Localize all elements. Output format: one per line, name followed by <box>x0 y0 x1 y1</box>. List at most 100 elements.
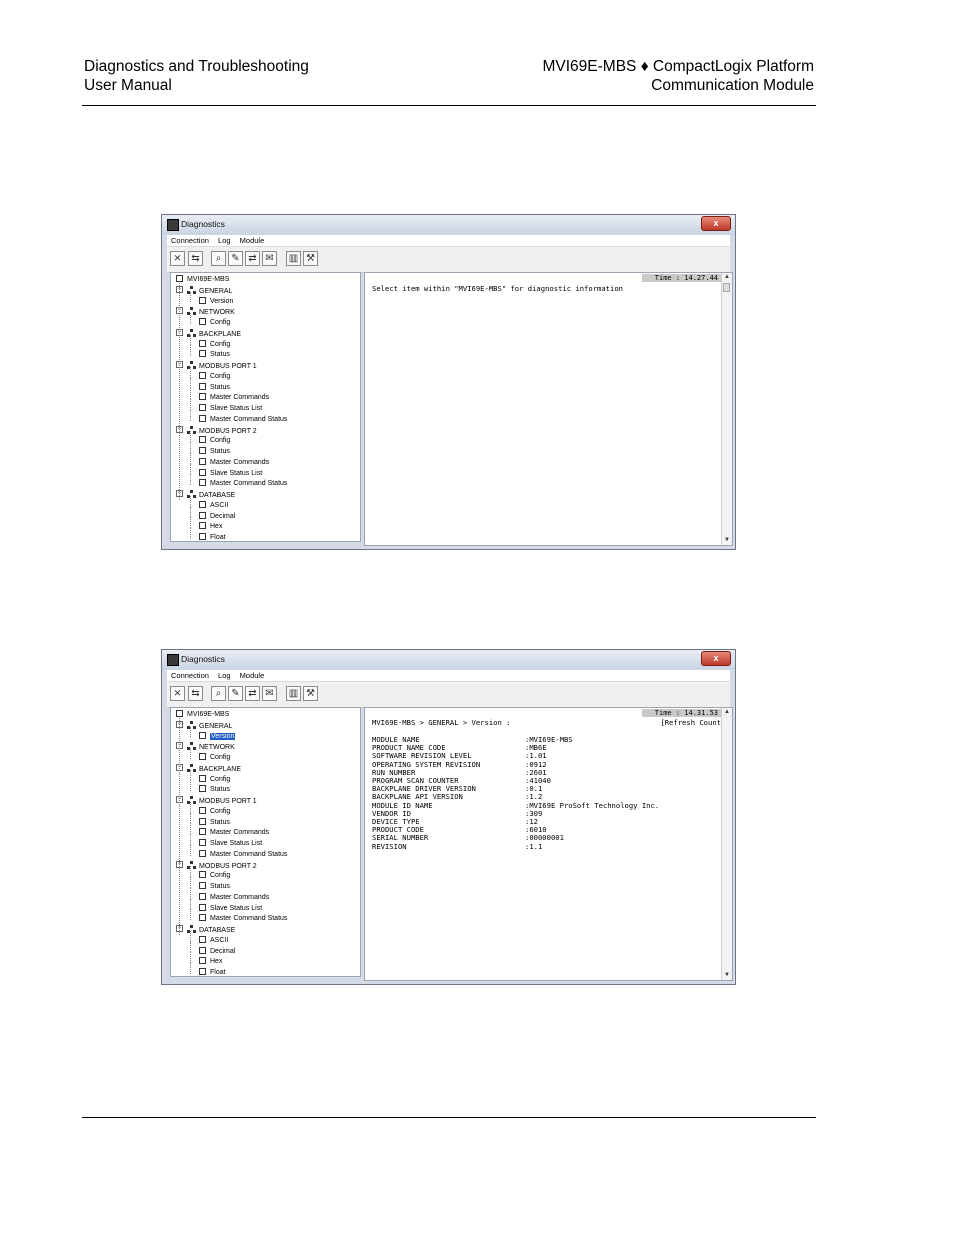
scroll-up-icon[interactable]: ▲ <box>722 273 732 282</box>
tree-item-label: Hex <box>210 523 223 531</box>
scroll-up-icon[interactable]: ▲ <box>722 708 732 717</box>
tree-item-master-command-status[interactable]: Master Command Status <box>199 849 287 859</box>
vertical-scrollbar[interactable]: ▲ ▼ <box>721 708 732 980</box>
mail-icon[interactable]: ✉ <box>262 251 277 266</box>
tree-item-config[interactable]: Config <box>199 753 230 762</box>
tree-item-mvi69e-mbs[interactable]: MVI69E-MBS <box>176 710 229 719</box>
tree-item-general[interactable]: − GENERAL <box>176 285 232 296</box>
page-icon <box>199 849 206 857</box>
chart-icon[interactable]: ▥ <box>286 686 301 701</box>
tree-item-hex[interactable]: Hex <box>199 957 222 966</box>
tree-item-backplane[interactable]: − BACKPLANE <box>176 763 241 774</box>
content-pane: Time : 14.27.44 Select item within "MVI6… <box>364 272 733 546</box>
tree-item-status[interactable]: Status <box>199 350 230 359</box>
tree-item-master-command-status[interactable]: Master Command Status <box>199 479 287 488</box>
tree-connector <box>190 366 191 378</box>
tree-item-config[interactable]: Config <box>199 436 230 445</box>
tree-item-slave-status-list[interactable]: Slave Status List <box>199 404 262 413</box>
tree-item-master-command-status[interactable]: Master Command Status <box>199 414 287 424</box>
scroll-down-icon[interactable]: ▼ <box>722 536 732 545</box>
transfer-icon[interactable]: ⇄ <box>245 686 260 701</box>
disconnect-icon[interactable]: ⨯ <box>170 686 185 701</box>
toolbar: ⨯ ⇆ ⌕ ✎ ⇄ ✉ ▥ ⚒ <box>167 247 730 273</box>
menu-connection[interactable]: Connection <box>171 236 209 245</box>
tree-item-database[interactable]: − DATABASE <box>176 925 235 935</box>
vertical-scrollbar[interactable]: ▲ ▼ <box>721 273 732 545</box>
header-product-type: Communication Module <box>651 77 814 94</box>
scroll-thumb[interactable] <box>723 283 730 292</box>
tree-item-general[interactable]: − GENERAL <box>176 720 232 731</box>
tree-item-version[interactable]: Version <box>199 731 236 741</box>
edit-icon[interactable]: ✎ <box>228 251 243 266</box>
tree-item-status[interactable]: Status <box>199 785 230 794</box>
menu-log[interactable]: Log <box>218 671 231 680</box>
tree-item-hex[interactable]: Hex <box>199 522 222 531</box>
tree-connector <box>190 452 191 464</box>
page-icon <box>199 882 206 889</box>
tree-item-config[interactable]: Config <box>199 371 230 381</box>
tree-item-master-commands[interactable]: Master Commands <box>199 393 269 402</box>
tree-item-network[interactable]: − NETWORK <box>176 307 235 317</box>
network-group-icon <box>187 763 196 772</box>
tree-item-slave-status-list[interactable]: Slave Status List <box>199 839 262 848</box>
tree-item-config[interactable]: Config <box>199 806 230 816</box>
scroll-down-icon[interactable]: ▼ <box>722 971 732 980</box>
connect-icon[interactable]: ⇆ <box>188 251 203 266</box>
tree-item-modbus-port-1[interactable]: − MODBUS PORT 1 <box>176 796 257 806</box>
tree-trunk <box>179 718 180 935</box>
tree-item-slave-status-list[interactable]: Slave Status List <box>199 468 262 478</box>
mail-icon[interactable]: ✉ <box>262 686 277 701</box>
tools-icon[interactable]: ⚒ <box>303 251 318 266</box>
chart-icon[interactable]: ▥ <box>286 251 301 266</box>
close-button[interactable]: x <box>701 216 731 231</box>
tree-item-label: Master Command Status <box>210 480 288 488</box>
menu-module[interactable]: Module <box>240 236 265 245</box>
tools-icon[interactable]: ⚒ <box>303 686 318 701</box>
menu-log[interactable]: Log <box>218 236 231 245</box>
tree-item-master-commands[interactable]: Master Commands <box>199 457 269 467</box>
zoom-icon[interactable]: ⌕ <box>211 686 226 701</box>
tree-connector <box>190 844 191 856</box>
disconnect-icon[interactable]: ⨯ <box>170 251 185 266</box>
menu-module[interactable]: Module <box>240 671 265 680</box>
tree-item-status[interactable]: Status <box>199 817 230 827</box>
tree-item-status[interactable]: Status <box>199 882 230 891</box>
tree-item-master-commands[interactable]: Master Commands <box>199 828 269 837</box>
tree-item-network[interactable]: − NETWORK <box>176 742 235 752</box>
tree-item-version[interactable]: Version <box>199 296 233 306</box>
tree-item-modbus-port-1[interactable]: − MODBUS PORT 1 <box>176 361 257 371</box>
tree-item-mvi69e-mbs[interactable]: MVI69E-MBS <box>176 275 229 284</box>
close-button[interactable]: x <box>701 651 731 666</box>
tree-item-config[interactable]: Config <box>199 871 230 880</box>
tree-item-config[interactable]: Config <box>199 774 230 784</box>
tree-item-float[interactable]: Float <box>199 968 226 976</box>
tree-item-ascii[interactable]: ASCII <box>199 935 228 945</box>
page-icon <box>199 511 206 519</box>
menu-connection[interactable]: Connection <box>171 671 209 680</box>
tree-item-label: Status <box>210 818 230 826</box>
tree-item-database[interactable]: − DATABASE <box>176 490 235 500</box>
tree-item-config[interactable]: Config <box>199 339 230 349</box>
tree-item-modbus-port-2[interactable]: − MODBUS PORT 2 <box>176 860 257 871</box>
tree-item-slave-status-list[interactable]: Slave Status List <box>199 903 262 913</box>
tree-connector <box>190 495 191 507</box>
tree-item-decimal[interactable]: Decimal <box>199 946 235 956</box>
network-group-icon <box>187 307 196 316</box>
tree-item-ascii[interactable]: ASCII <box>199 500 228 510</box>
tree-item-master-commands[interactable]: Master Commands <box>199 892 269 902</box>
tree-item-config[interactable]: Config <box>199 318 230 327</box>
connect-icon[interactable]: ⇆ <box>188 686 203 701</box>
tree-item-modbus-port-2[interactable]: − MODBUS PORT 2 <box>176 425 257 436</box>
breadcrumb: MVI69E-MBS > GENERAL > Version : <box>372 718 511 727</box>
toolbar: ⨯ ⇆ ⌕ ✎ ⇄ ✉ ▥ ⚒ <box>167 682 730 708</box>
tree-item-decimal[interactable]: Decimal <box>199 511 235 521</box>
tree-item-float[interactable]: Float <box>199 533 226 541</box>
edit-icon[interactable]: ✎ <box>228 686 243 701</box>
transfer-icon[interactable]: ⇄ <box>245 251 260 266</box>
tree-item-master-command-status[interactable]: Master Command Status <box>199 914 287 923</box>
zoom-icon[interactable]: ⌕ <box>211 251 226 266</box>
tree-item-status[interactable]: Status <box>199 447 230 456</box>
diagnostics-window-1: Diagnostics x Connection Log Module ⨯ ⇆ … <box>161 214 736 550</box>
tree-item-status[interactable]: Status <box>199 382 230 392</box>
tree-item-backplane[interactable]: − BACKPLANE <box>176 328 241 339</box>
